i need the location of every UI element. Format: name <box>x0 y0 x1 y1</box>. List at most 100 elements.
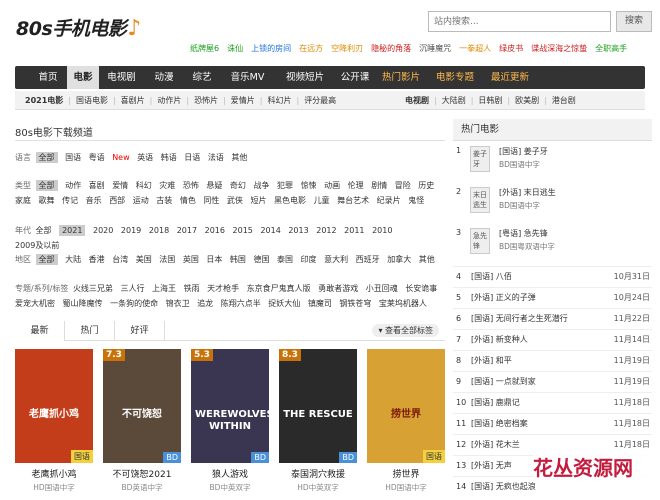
filter-option[interactable]: 喜剧 <box>89 181 105 190</box>
filter-option[interactable]: 香港 <box>89 255 105 264</box>
filter-option[interactable]: 英语 <box>137 153 153 162</box>
filter-option[interactable]: 历史 <box>418 181 434 190</box>
rank-row[interactable]: 6 [国语] 无间行者之生死潜行 11月22日 <box>453 308 652 329</box>
filter-option[interactable]: 2010 <box>372 226 392 235</box>
filter-option[interactable]: 大陆 <box>65 255 81 264</box>
filter-option[interactable]: 西部 <box>109 196 125 205</box>
hot-link[interactable]: 空降利刃 <box>331 44 363 53</box>
rank-title[interactable]: [外语] 正义的子弹 <box>471 288 536 308</box>
filter-option[interactable]: 音乐 <box>86 196 102 205</box>
filter-option[interactable]: 宝莱坞机器人 <box>379 299 427 308</box>
rank-title[interactable]: [国语] 绝密档案 <box>471 414 528 434</box>
filter-option[interactable]: 其他 <box>419 255 435 264</box>
site-logo[interactable]: 80s手机电影♪ <box>16 14 141 41</box>
filter-option[interactable]: 2012 <box>316 226 336 235</box>
subnav-item[interactable]: 爱情片 <box>226 91 260 110</box>
filter-option[interactable]: 鬼怪 <box>408 196 424 205</box>
filter-option[interactable]: 国语 <box>65 153 81 162</box>
filter-option[interactable]: 镇魔司 <box>308 299 332 308</box>
filter-option[interactable]: 蜀山降魔传 <box>63 299 103 308</box>
filter-option[interactable]: 钢铁苍穹 <box>339 299 371 308</box>
filter-option[interactable]: 悬疑 <box>206 181 222 190</box>
filter-option[interactable]: 粤语 <box>89 153 105 162</box>
filter-option[interactable]: 歌舞 <box>39 196 55 205</box>
filter-option[interactable]: 舞台艺术 <box>337 196 369 205</box>
filter-option[interactable]: 陈翔六点半 <box>221 299 261 308</box>
filter-option[interactable]: 加拿大 <box>387 255 411 264</box>
subnav-item[interactable]: 电视剧 <box>400 91 434 110</box>
rank-title[interactable]: [外语] 和平 <box>471 351 512 371</box>
filter-option[interactable]: 全部 <box>35 254 58 265</box>
filter-option[interactable]: 火线三兄弟 <box>73 284 113 293</box>
filter-option[interactable]: 韩国 <box>230 255 246 264</box>
movie-thumbnail[interactable]: 姜子牙 <box>470 146 490 172</box>
filter-option[interactable]: 剧情 <box>371 181 387 190</box>
nav-item[interactable]: 首页 <box>29 66 67 89</box>
filter-option[interactable]: 伦理 <box>348 181 364 190</box>
filter-option[interactable]: 短片 <box>250 196 266 205</box>
filter-option[interactable]: 2019 <box>121 226 141 235</box>
filter-option[interactable]: 家庭 <box>15 196 31 205</box>
filter-option[interactable]: 一条狗的使命 <box>110 299 158 308</box>
rank-row[interactable]: 9 [国语] 一点就到家 11月19日 <box>453 371 652 392</box>
hot-link[interactable]: 沉睡魔咒 <box>419 44 451 53</box>
nav-item[interactable]: 公开课 <box>335 66 375 89</box>
hot-link[interactable]: 全职高手 <box>595 44 627 53</box>
movie-poster[interactable]: 不可饶恕 7.3 BD <box>103 349 181 463</box>
filter-option[interactable]: 2011 <box>344 226 364 235</box>
rank-row[interactable]: 8 [外语] 和平 11月19日 <box>453 350 652 371</box>
subnav-item[interactable]: 动作片 <box>152 91 186 110</box>
filter-option[interactable]: 上海王 <box>152 284 176 293</box>
filter-option[interactable]: 日本 <box>206 255 222 264</box>
subnav-item[interactable]: 恐怖片 <box>189 91 223 110</box>
hot-link[interactable]: 绿皮书 <box>499 44 523 53</box>
nav-item[interactable]: 最近更新 <box>483 66 537 89</box>
filter-option[interactable]: 惊悚 <box>301 181 317 190</box>
nav-item[interactable]: 热门影片 <box>375 66 427 89</box>
movie-title[interactable]: 捞世界 <box>367 467 445 480</box>
movie-title[interactable]: 老鹰抓小鸡 <box>15 467 93 480</box>
subnav-item[interactable]: 大陆剧 <box>437 91 471 110</box>
filter-option[interactable]: 日语 <box>184 153 200 162</box>
filter-option[interactable]: 2014 <box>260 226 280 235</box>
movie-card[interactable]: 捞世界 国语 捞世界 HD国语中字 <box>367 349 445 493</box>
search-button[interactable]: 搜索 <box>616 11 652 32</box>
filter-option[interactable]: 韩语 <box>161 153 177 162</box>
movie-title[interactable]: 狼人游戏 <box>191 467 269 480</box>
filter-option[interactable]: 传记 <box>62 196 78 205</box>
subnav-item[interactable]: 港台剧 <box>547 91 581 110</box>
filter-option[interactable]: 长安诡事 <box>405 284 437 293</box>
filter-option[interactable]: 2021 <box>59 225 86 236</box>
subnav-item[interactable]: 科幻片 <box>262 91 296 110</box>
rank-row[interactable]: 11 [国语] 绝密档案 11月18日 <box>453 413 652 434</box>
filter-option[interactable]: 犯罪 <box>277 181 293 190</box>
subnav-item[interactable]: 日韩剧 <box>473 91 507 110</box>
filter-option[interactable]: 情色 <box>180 196 196 205</box>
filter-option[interactable]: 动画 <box>324 181 340 190</box>
filter-option[interactable]: 2009及以前 <box>15 241 59 250</box>
filter-option[interactable]: 三人行 <box>120 284 144 293</box>
filter-option[interactable]: 勇敢者游戏 <box>318 284 358 293</box>
filter-option[interactable]: 印度 <box>301 255 317 264</box>
filter-option[interactable]: 全部 <box>35 152 58 163</box>
filter-option[interactable]: 全部 <box>36 226 52 235</box>
filter-option[interactable]: 2020 <box>93 226 113 235</box>
movie-thumbnail[interactable]: 急先锋 <box>470 228 490 254</box>
subnav-item[interactable]: 国语电影 <box>71 91 113 110</box>
filter-option[interactable]: 泰国 <box>277 255 293 264</box>
rank-title[interactable]: [外语] 新变种人 <box>471 330 528 350</box>
nav-item[interactable]: 电视剧 <box>99 66 144 89</box>
top-movie-title[interactable]: [国语] 姜子牙 <box>499 146 548 157</box>
filter-option[interactable]: 法语 <box>208 153 224 162</box>
nav-item[interactable]: 电影 <box>67 66 99 89</box>
tab-1[interactable]: 热门 <box>65 321 115 341</box>
filter-option[interactable]: 战争 <box>253 181 269 190</box>
filter-option[interactable]: 台湾 <box>112 255 128 264</box>
top-movie-title[interactable]: [外语] 末日逃生 <box>499 187 556 198</box>
tab-2[interactable]: 好评 <box>115 321 165 341</box>
filter-option[interactable]: 运动 <box>133 196 149 205</box>
rank-row[interactable]: 7 [外语] 新变种人 11月14日 <box>453 329 652 350</box>
filter-option[interactable]: 2016 <box>205 226 225 235</box>
subnav-item[interactable]: 欧美剧 <box>510 91 544 110</box>
filter-option[interactable]: 英国 <box>183 255 199 264</box>
